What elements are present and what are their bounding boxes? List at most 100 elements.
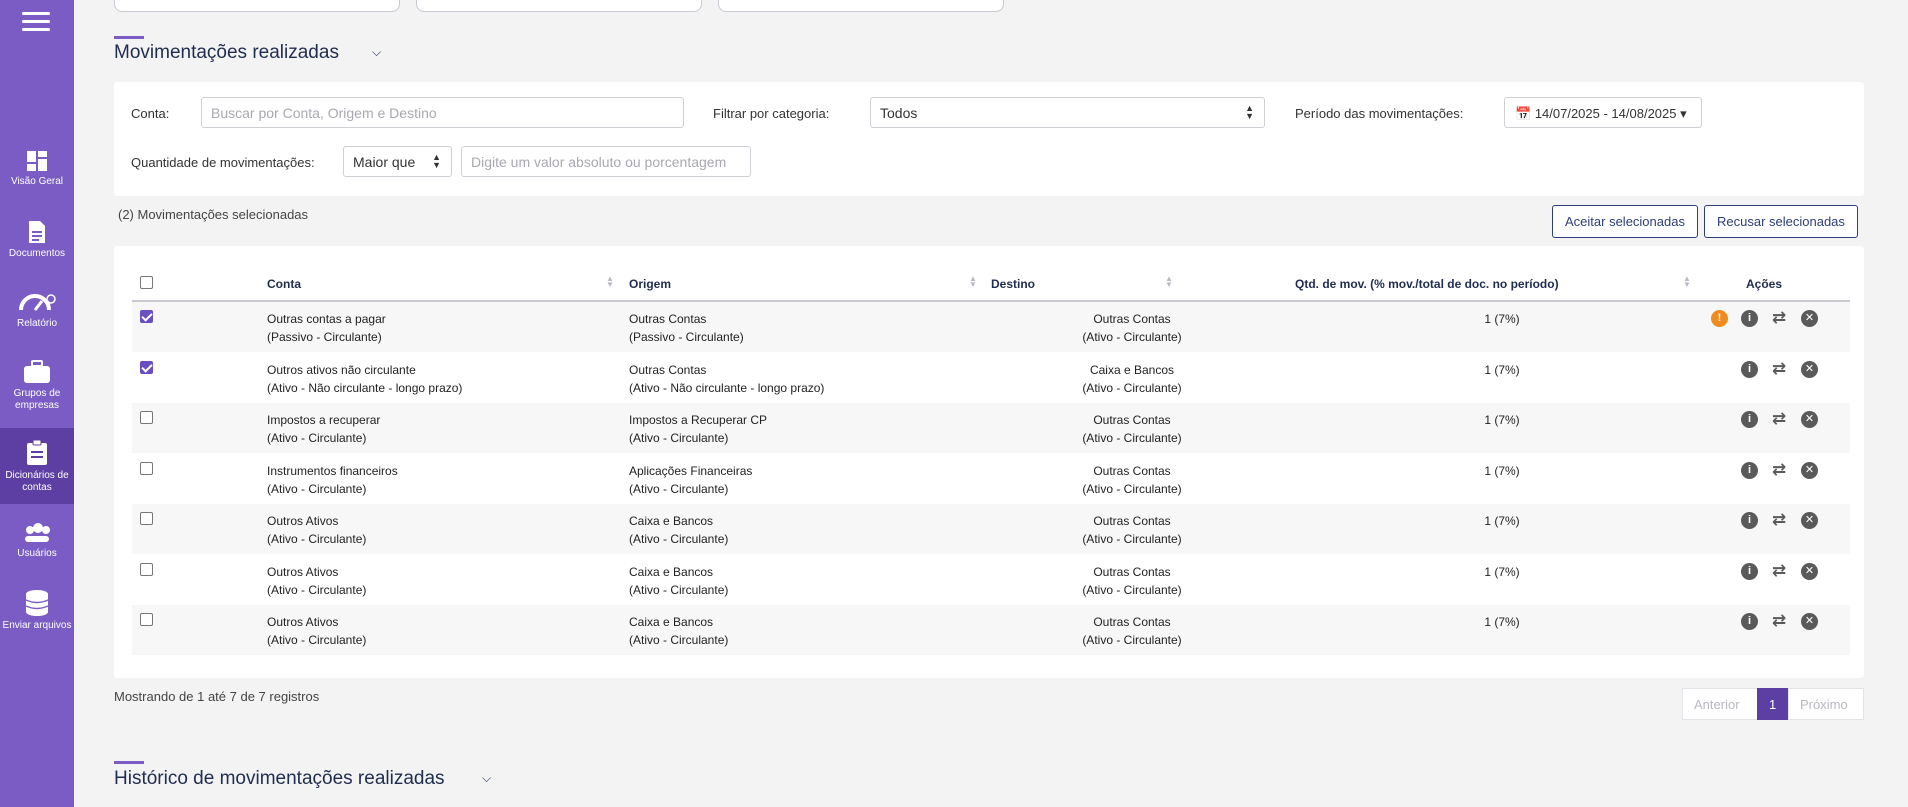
sort-icon[interactable]: ▲ ▼ xyxy=(969,275,977,289)
row-checkbox[interactable] xyxy=(140,613,153,626)
close-icon[interactable]: ✕ xyxy=(1801,310,1818,327)
swap-icon[interactable]: ⇄ xyxy=(1769,410,1789,428)
close-icon[interactable]: ✕ xyxy=(1801,411,1818,428)
sidebar-item-enviar-arquivos[interactable]: Enviar arquivos xyxy=(0,590,74,632)
info-icon[interactable]: i xyxy=(1741,461,1758,479)
movements-table: Conta ▲ ▼ Origem ▲ ▼ Destino ▲ ▼ Qtd. de mo… xyxy=(114,246,1864,678)
pagination-page-1[interactable]: 1 xyxy=(1757,688,1789,720)
filter-panel: Conta: Buscar por Conta, Origem e Destin… xyxy=(114,82,1864,196)
sort-icon[interactable]: ▲ ▼ xyxy=(1683,275,1691,289)
close-icon[interactable]: ✕ xyxy=(1801,613,1818,630)
header-acoes: Ações xyxy=(1746,277,1783,291)
swap-icon[interactable]: ⇄ xyxy=(1769,309,1789,327)
sort-icon[interactable]: ▲ ▼ xyxy=(1165,275,1173,289)
header-destino[interactable]: Destino xyxy=(991,277,1035,291)
briefcase-icon xyxy=(24,360,50,383)
header-qtd[interactable]: Qtd. de mov. (% mov./total de doc. no pe… xyxy=(1295,277,1559,291)
info-icon[interactable]: i xyxy=(1741,562,1758,580)
conta-group: (Ativo - Circulante) xyxy=(267,532,367,546)
select-all-checkbox[interactable] xyxy=(140,276,153,289)
conta-search-input[interactable]: Buscar por Conta, Origem e Destino xyxy=(201,97,684,128)
sidebar-item-label: Usuários xyxy=(17,548,57,559)
swap-icon[interactable]: ⇄ xyxy=(1769,360,1789,378)
row-checkbox[interactable] xyxy=(140,562,153,576)
swap-icon[interactable]: ⇄ xyxy=(1769,461,1789,479)
info-icon[interactable]: i xyxy=(1741,512,1758,529)
close-icon[interactable]: ✕ xyxy=(1801,360,1818,378)
table-row: Outros Ativos (Ativo - Circulante) Caixa e… xyxy=(132,504,1850,554)
categoria-select[interactable]: Todos ▲ ▼ xyxy=(870,97,1265,128)
origem-name: Caixa e Bancos xyxy=(629,615,714,629)
close-icon[interactable]: ✕ xyxy=(1801,562,1818,580)
conta-group: (Ativo - Não circulante - longo prazo) xyxy=(267,380,463,395)
quantidade-value-input[interactable]: Digite um valor absoluto ou porcentagem xyxy=(461,146,751,177)
sidebar-item-visao-geral[interactable]: Visão Geral xyxy=(0,150,74,188)
selection-count: (2) Movimentações selecionadas xyxy=(118,207,309,222)
records-info: Mostrando de 1 até 7 de 7 registros xyxy=(114,689,320,704)
info-icon[interactable]: i xyxy=(1741,411,1758,428)
quantidade-operator-select[interactable]: Maior que ▲ ▼ xyxy=(343,146,452,177)
sidebar-item-label: Dicionários de contas xyxy=(5,470,69,493)
row-checkbox[interactable] xyxy=(140,512,153,525)
section-title: Histórico de movimentações realizadas xyxy=(114,768,445,789)
chevron-down-icon[interactable]: ⌵ xyxy=(482,771,491,786)
cell-conta: Outros Ativos (Ativo - Circulante) xyxy=(267,563,366,599)
conta-name: Outras contas a pagar xyxy=(267,312,386,326)
info-icon[interactable]: i xyxy=(1741,613,1758,630)
cell-origem: Impostos a Recuperar CP (Ativo - Circulan… xyxy=(629,411,767,447)
sidebar-item-documentos[interactable]: Documentos xyxy=(0,220,74,260)
cell-origem: Aplicações Financeiras (Ativo - Circulant… xyxy=(629,462,752,498)
categoria-value: Todos xyxy=(880,105,918,121)
sidebar-item-label: Relatório xyxy=(16,318,58,329)
table-row: Instrumentos financeiros (Ativo - Circula… xyxy=(132,454,1850,504)
cell-origem: Caixa e Bancos (Ativo - Circulante) xyxy=(629,613,728,649)
cell-conta: Outros Ativos (Ativo - Circulante) xyxy=(267,613,366,649)
origem-group: (Ativo - Circulante) xyxy=(629,582,729,597)
row-checkbox[interactable] xyxy=(140,310,153,323)
table-row: Impostos a recuperar (Ativo - Circulante)… xyxy=(132,403,1850,453)
section-title: Movimentações realizadas xyxy=(114,42,339,63)
close-icon[interactable]: ✕ xyxy=(1801,461,1818,479)
row-checkbox[interactable] xyxy=(140,411,153,424)
header-origem[interactable]: Origem xyxy=(629,277,671,291)
row-checkbox[interactable] xyxy=(140,360,153,374)
swap-icon[interactable]: ⇄ xyxy=(1769,511,1789,529)
conta-name: Outros Ativos xyxy=(267,564,339,579)
info-icon[interactable]: i xyxy=(1741,310,1758,327)
sidebar-item-relatorio[interactable]: Relatório xyxy=(0,292,74,330)
cell-origem: Outras Contas (Ativo - Não circulante - l… xyxy=(629,361,824,397)
cell-destino: Caixa e Bancos (Ativo - Circulante) xyxy=(1032,361,1232,397)
swap-icon[interactable]: ⇄ xyxy=(1769,562,1789,580)
table-row: Outros ativos não circulante (Ativo - Não… xyxy=(132,353,1850,403)
swap-icon[interactable]: ⇄ xyxy=(1769,612,1789,630)
summary-card xyxy=(416,0,702,12)
hamburger-menu-icon[interactable] xyxy=(22,12,50,32)
warning-icon[interactable]: ! xyxy=(1711,310,1728,327)
sidebar-item-grupos[interactable]: Grupos de empresas xyxy=(0,360,74,412)
conta-name: Impostos a recuperar xyxy=(267,413,381,427)
conta-label: Conta: xyxy=(131,106,170,121)
sort-icon[interactable]: ▲ ▼ xyxy=(606,275,614,289)
cell-qtd: 1 (7%) xyxy=(1484,463,1520,478)
chevron-down-icon[interactable]: ⌵ xyxy=(372,45,381,60)
sidebar-item-dicionarios[interactable]: Dicionários de contas xyxy=(0,428,74,504)
sidebar-item-usuarios[interactable]: Usuários xyxy=(0,522,74,560)
close-icon[interactable]: ✕ xyxy=(1801,512,1818,529)
info-icon[interactable]: i xyxy=(1741,360,1758,378)
pagination-next[interactable]: Próximo xyxy=(1788,688,1864,720)
periodo-date-picker[interactable]: 📅 14/07/2025 - 14/08/2025 ▾ xyxy=(1504,97,1702,128)
reject-selected-button[interactable]: Recusar selecionadas xyxy=(1704,205,1858,238)
table-row: Outras contas a pagar (Passivo - Circulan… xyxy=(132,302,1850,352)
row-checkbox[interactable] xyxy=(140,461,153,475)
clipboard-icon xyxy=(27,440,47,465)
origem-group: (Ativo - Circulante) xyxy=(629,633,729,647)
cell-qtd: 1 (7%) xyxy=(1484,615,1520,629)
destino-group: (Ativo - Circulante) xyxy=(1082,582,1182,597)
conta-name: Outros Ativos xyxy=(267,514,339,528)
periodo-value: 14/07/2025 - 14/08/2025 xyxy=(1534,106,1677,121)
header-conta[interactable]: Conta xyxy=(267,277,301,291)
dashboard-icon xyxy=(27,151,47,171)
accept-selected-button[interactable]: Aceitar selecionadas xyxy=(1552,205,1698,238)
sidebar: Visão Geral Documentos Relatório Grupos … xyxy=(0,0,74,807)
pagination-previous[interactable]: Anterior xyxy=(1682,688,1758,720)
